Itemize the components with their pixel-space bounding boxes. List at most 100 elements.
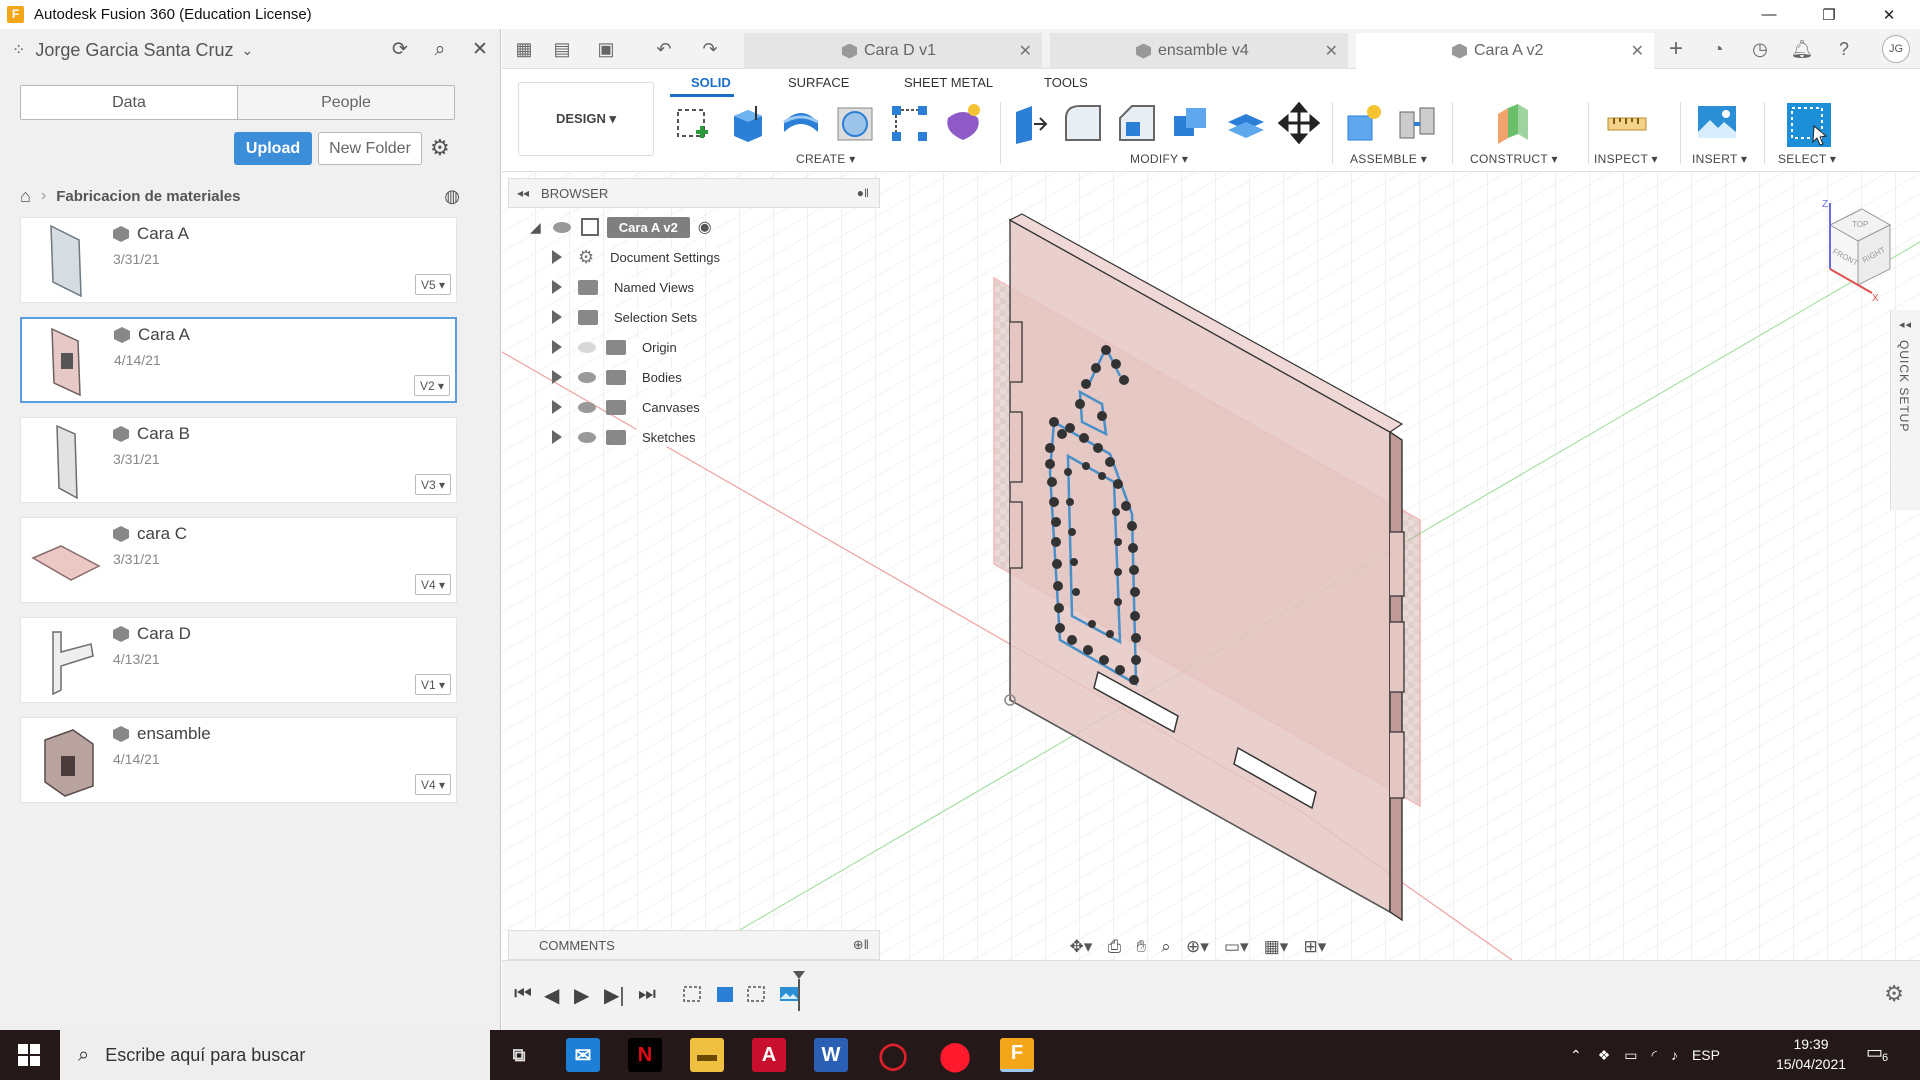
doc-tab-active[interactable]: Cara A v2 ✕ [1356,33,1654,69]
tab-solid[interactable]: SOLID [691,75,731,90]
timeline-sketch-icon[interactable] [682,983,704,1005]
select-icon[interactable] [1786,102,1832,148]
create-form-icon[interactable] [942,102,984,144]
eye-icon[interactable] [578,431,596,443]
new-component-icon[interactable] [1344,102,1386,144]
offset-face-icon[interactable] [1224,102,1266,144]
go-to-start-icon[interactable]: ⏮ [514,983,532,1006]
file-card[interactable]: cara C 3/31/21 V4 ▾ [20,517,457,603]
expand-triangle-icon[interactable] [552,250,562,264]
doc-tab[interactable]: ensamble v4 ✕ [1050,33,1348,69]
collapse-triangle-icon[interactable]: ◢ [530,219,541,236]
eye-icon[interactable] [578,371,596,383]
tab-data[interactable]: Data [21,86,238,119]
step-forward-icon[interactable]: ▶︎| [604,983,625,1008]
go-to-end-icon[interactable]: ⏭ [638,983,656,1006]
eye-icon[interactable] [552,221,571,233]
language-indicator[interactable]: ESP [1692,1047,1720,1063]
combine-icon[interactable] [1170,102,1212,144]
step-back-icon[interactable]: ◀ [544,983,559,1008]
viewports-icon[interactable]: ⊞▾ [1304,937,1327,957]
pin-icon[interactable]: ●‖ [857,186,869,200]
dropbox-icon[interactable]: ❖ [1598,1047,1611,1064]
insert-image-icon[interactable] [1696,102,1738,144]
expand-triangle-icon[interactable] [552,370,562,384]
clock[interactable]: 19:39 15/04/2021 [1768,1034,1854,1074]
orbit-icon[interactable]: ✥▾ [1070,937,1093,957]
new-tab-icon[interactable]: + [1664,37,1688,61]
timeline-sketch-icon[interactable] [746,983,768,1005]
collapse-icon[interactable]: ◂◂ [1899,318,1912,331]
chamfer-icon[interactable] [1116,102,1158,144]
press-pull-icon[interactable] [1008,102,1050,144]
version-badge[interactable]: V3 ▾ [415,474,451,495]
joint-icon[interactable] [1396,102,1438,144]
timeline-marker[interactable] [792,971,806,1011]
activate-radio-icon[interactable]: ◉ [698,217,712,237]
eye-hidden-icon[interactable] [578,341,596,353]
opera-gx-icon[interactable]: ◯ [876,1038,910,1072]
browser-item-sketches[interactable]: Sketches [552,424,702,450]
task-view-icon[interactable]: ⧉ [502,1038,536,1072]
browser-root[interactable]: ◢ Cara A v2 ◉ [530,214,712,240]
user-name[interactable]: Jorge Garcia Santa Cruz [35,40,233,61]
browser-item-bodies[interactable]: Bodies [552,364,688,390]
assemble-menu[interactable]: ASSEMBLE ▾ [1350,152,1427,166]
timeline-extrude-icon[interactable] [714,983,736,1005]
battery-icon[interactable]: ▭ [1624,1047,1637,1064]
file-card[interactable]: Cara D 4/13/21 V1 ▾ [20,617,457,703]
expand-triangle-icon[interactable] [552,310,562,324]
pan-icon[interactable]: ✋︎ [1136,937,1146,957]
gear-icon[interactable]: ⚙ [430,135,450,161]
move-icon[interactable] [1278,102,1320,144]
offset-plane-icon[interactable] [1492,102,1534,144]
breadcrumb-folder[interactable]: Fabricacion de materiales [56,188,240,205]
collapse-icon[interactable]: ◂◂ [517,186,529,200]
notification-center-icon[interactable]: ▭ 6 [1866,1042,1894,1068]
volume-icon[interactable]: ♪ [1671,1047,1678,1063]
file-menu-icon[interactable]: ▤ [550,37,574,61]
play-icon[interactable]: ▶ [574,983,589,1008]
browser-item-origin[interactable]: Origin [552,334,683,360]
team-icon[interactable]: ⁘ [12,40,25,60]
version-badge[interactable]: V4 ▾ [415,774,451,795]
extensions-icon[interactable]: ◔ [1706,37,1730,61]
close-panel-icon[interactable]: ✕ [468,38,492,62]
fusion-taskbar-icon[interactable]: F [1000,1038,1034,1072]
redo-icon[interactable]: ↷ [698,37,722,61]
refresh-icon[interactable]: ⟳ [388,38,412,62]
upload-button[interactable]: Upload [234,132,312,165]
eye-icon[interactable] [578,401,596,413]
tab-tools[interactable]: TOOLS [1044,75,1088,90]
new-folder-button[interactable]: New Folder [318,132,422,165]
insert-menu[interactable]: INSERT ▾ [1692,152,1747,166]
add-comment-icon[interactable]: ⊕‖ [853,937,869,953]
wifi-icon[interactable]: ◜ [1652,1047,1657,1064]
settings-gear-icon[interactable]: ⚙ [1884,981,1904,1007]
word-app-icon[interactable]: W [814,1038,848,1072]
grid-settings-icon[interactable]: ▦▾ [1264,937,1289,957]
measure-icon[interactable] [1606,102,1648,144]
version-badge[interactable]: V2 ▾ [414,375,450,396]
fit-icon[interactable]: ⊕▾ [1186,937,1209,957]
workspace-switcher[interactable]: DESIGN ▾ [518,82,654,156]
chevron-down-icon[interactable]: ⌄ [242,42,254,59]
inspect-menu[interactable]: INSPECT ▾ [1594,152,1658,166]
expand-triangle-icon[interactable] [552,400,562,414]
file-card[interactable]: Cara A 4/14/21 V2 ▾ [20,317,457,403]
look-at-icon[interactable]: ⎙ [1108,937,1122,957]
windows-start-icon[interactable] [18,1044,40,1066]
expand-triangle-icon[interactable] [552,430,562,444]
sphere-icon[interactable] [834,102,876,144]
version-badge[interactable]: V1 ▾ [415,674,451,695]
modify-menu[interactable]: MODIFY ▾ [1130,152,1188,166]
expand-triangle-icon[interactable] [552,280,562,294]
taskbar-search[interactable]: ⌕ Escribe aquí para buscar [60,1030,490,1080]
search-icon[interactable]: ⌕ [428,38,452,62]
quick-setup-panel[interactable]: ◂◂ QUICK SETUP [1890,310,1920,510]
mail-app-icon[interactable]: ✉ [566,1038,600,1072]
version-badge[interactable]: V4 ▾ [415,574,451,595]
file-card[interactable]: ensamble 4/14/21 V4 ▾ [20,717,457,803]
app-grid-icon[interactable]: ▦ [512,37,536,61]
tab-surface[interactable]: SURFACE [788,75,849,90]
